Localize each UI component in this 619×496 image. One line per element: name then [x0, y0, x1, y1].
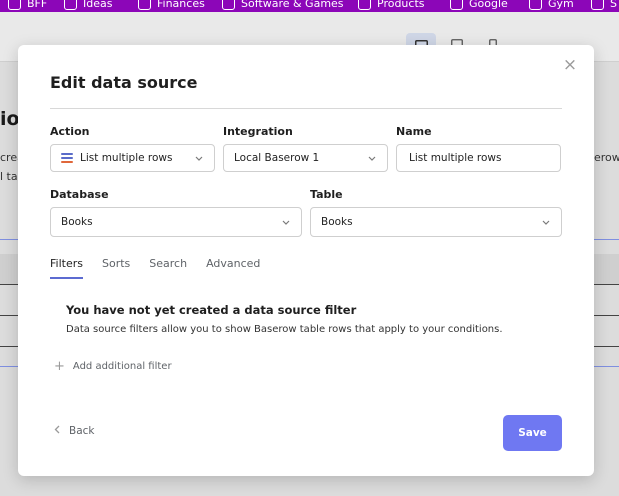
bookmark-item[interactable]: BFF [8, 0, 47, 12]
chevron-down-icon [194, 156, 204, 161]
back-label: Back [69, 425, 95, 437]
bookmark-item[interactable]: Ideas [64, 0, 112, 12]
close-icon[interactable]: × [562, 57, 578, 74]
database-value: Books [61, 216, 93, 228]
integration-dropdown[interactable]: Local Baserow 1 [223, 144, 388, 172]
data-source-tabs: Filters Sorts Search Advanced [50, 257, 260, 279]
table-label: Table [310, 188, 343, 201]
folder-icon [8, 0, 21, 10]
database-label: Database [50, 188, 109, 201]
integration-value: Local Baserow 1 [234, 152, 320, 164]
folder-icon [222, 0, 235, 10]
bookmark-item[interactable]: S [591, 0, 617, 12]
bookmarks-bar: BFF Ideas Finances Software & Games Prod… [0, 0, 619, 12]
preview-text: erow [594, 151, 619, 164]
bookmark-item[interactable]: Products [358, 0, 425, 12]
action-label: Action [50, 125, 90, 138]
folder-icon [591, 0, 604, 10]
list-rows-icon [61, 153, 73, 163]
chevron-left-icon [54, 425, 60, 437]
tab-sorts[interactable]: Sorts [102, 257, 130, 279]
action-dropdown[interactable]: List multiple rows [50, 144, 215, 172]
bookmark-item[interactable]: Finances [138, 0, 205, 12]
bookmark-item[interactable]: Google [450, 0, 508, 12]
add-filter-button[interactable]: + Add additional filter [54, 359, 172, 374]
modal-title: Edit data source [50, 73, 198, 92]
chevron-down-icon [367, 156, 377, 161]
tab-advanced[interactable]: Advanced [206, 257, 260, 279]
chevron-down-icon [281, 220, 291, 225]
folder-icon [529, 0, 542, 10]
folder-icon [64, 0, 77, 10]
table-dropdown[interactable]: Books [310, 207, 562, 237]
empty-filter-description: Data source filters allow you to show Ba… [66, 324, 503, 335]
action-value: List multiple rows [80, 152, 173, 164]
name-input[interactable] [396, 144, 561, 172]
save-button[interactable]: Save [503, 415, 562, 451]
name-label: Name [396, 125, 432, 138]
add-filter-label: Add additional filter [72, 361, 172, 372]
bookmark-item[interactable]: Software & Games [222, 0, 344, 12]
title-divider [50, 108, 562, 109]
tab-filters[interactable]: Filters [50, 257, 83, 279]
plus-icon: + [54, 359, 65, 374]
tab-search[interactable]: Search [149, 257, 187, 279]
empty-filter-title: You have not yet created a data source f… [66, 303, 357, 317]
bookmark-item[interactable]: Gym [529, 0, 574, 12]
edit-data-source-modal: × Edit data source Action List multiple … [18, 45, 594, 476]
folder-icon [358, 0, 371, 10]
folder-icon [138, 0, 151, 10]
preview-heading: io [0, 108, 20, 130]
back-button[interactable]: Back [54, 425, 95, 437]
folder-icon [450, 0, 463, 10]
database-dropdown[interactable]: Books [50, 207, 302, 237]
integration-label: Integration [223, 125, 293, 138]
table-value: Books [321, 216, 353, 228]
chevron-down-icon [541, 220, 551, 225]
